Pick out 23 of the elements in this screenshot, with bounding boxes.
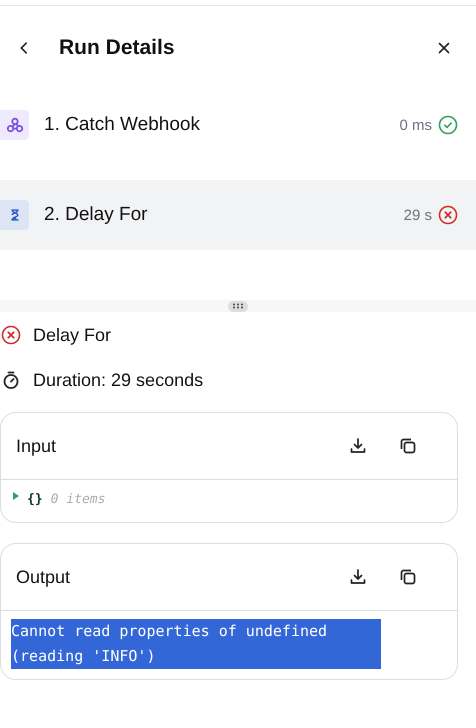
- step-row[interactable]: 1. Catch Webhook 0 ms: [0, 90, 476, 160]
- step-duration: 29 s: [404, 206, 432, 224]
- error-message: Cannot read properties of undefined (reading 'INFO'): [11, 619, 381, 669]
- resize-handle[interactable]: [228, 300, 248, 312]
- copy-icon: [398, 436, 418, 456]
- hourglass-icon: [0, 200, 29, 230]
- expand-caret-icon[interactable]: [13, 492, 19, 500]
- download-icon: [348, 567, 368, 587]
- step-row[interactable]: 2. Delay For 29 s: [0, 180, 476, 250]
- step-duration: 0 ms: [399, 116, 432, 134]
- card-title: Input: [16, 436, 58, 456]
- step-label: 2. Delay For: [44, 204, 148, 226]
- step-name: Delay For: [33, 324, 112, 346]
- duration-text: Duration: 29 seconds: [33, 370, 204, 390]
- panel-title: Run Details: [59, 36, 176, 60]
- step-label: 1. Catch Webhook: [44, 114, 201, 136]
- json-braces: {}: [27, 492, 43, 506]
- item-count: 0 items: [50, 492, 106, 506]
- copy-icon: [398, 567, 418, 587]
- stopwatch-icon: [1, 370, 21, 390]
- webhook-icon: [0, 110, 29, 140]
- download-icon: [348, 436, 368, 456]
- card-title: Output: [16, 566, 72, 588]
